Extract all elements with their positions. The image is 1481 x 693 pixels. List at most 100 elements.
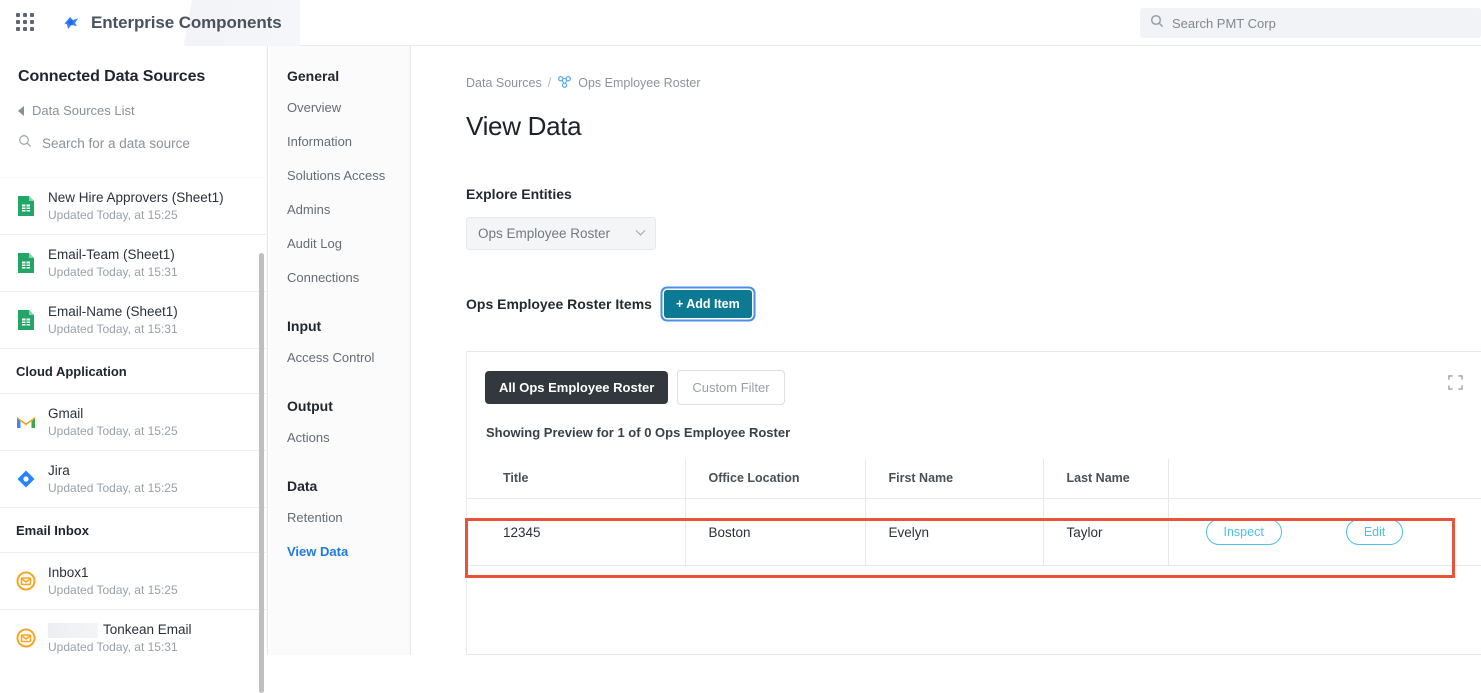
list-item[interactable]: Inbox1 Updated Today, at 15:25	[0, 553, 268, 610]
entity-select-value: Ops Employee Roster	[478, 226, 610, 241]
list-item-name: Jira	[48, 463, 178, 479]
cell-title: 12345	[467, 499, 685, 566]
column-header-last-name[interactable]: Last Name	[1043, 459, 1168, 499]
nav-item-connections[interactable]: Connections	[287, 260, 410, 294]
list-item[interactable]: New Hire Approvers (Sheet1) Updated Toda…	[0, 178, 268, 235]
list-item[interactable]: Gmail Updated Today, at 15:25	[0, 394, 268, 451]
tonkean-logo-icon	[62, 14, 80, 32]
table-body: 12345 Boston Evelyn Taylor Inspect Edit	[467, 499, 1481, 566]
items-section-label: Ops Employee Roster Items	[466, 296, 652, 312]
nav-item-access-control[interactable]: Access Control	[287, 340, 410, 374]
list-item-name: New Hire Approvers (Sheet1)	[48, 190, 224, 206]
edit-button[interactable]: Edit	[1346, 519, 1404, 545]
inspect-button[interactable]: Inspect	[1206, 519, 1282, 545]
data-source-search-input[interactable]	[42, 136, 247, 151]
list-item[interactable]: Email-Name (Sheet1) Updated Today, at 15…	[0, 292, 268, 349]
data-source-connector-icon	[557, 74, 572, 92]
expand-fullscreen-icon[interactable]	[1448, 375, 1463, 395]
list-item-subtitle: Updated Today, at 15:25	[48, 208, 224, 222]
sidebar-header: Connected Data Sources Data Sources List	[0, 46, 267, 162]
column-header-first-name[interactable]: First Name	[865, 459, 1043, 499]
list-item-subtitle: Updated Today, at 15:25	[48, 583, 178, 597]
cell-office-location: Boston	[685, 499, 865, 566]
list-item[interactable]: Jira Updated Today, at 15:25	[0, 451, 268, 508]
cell-last-name: Taylor	[1043, 499, 1168, 566]
page-title: View Data	[411, 111, 1481, 142]
nav-item-audit-log[interactable]: Audit Log	[287, 226, 410, 260]
breadcrumb: Data Sources / Ops Employee Roster	[411, 46, 1481, 92]
column-header-title[interactable]: Title	[467, 459, 685, 499]
nav-group-title: Data	[287, 478, 410, 494]
list-item[interactable]	[0, 165, 268, 178]
settings-nav-column: General Overview Information Solutions A…	[269, 46, 411, 655]
top-bar: Enterprise Components	[0, 0, 1481, 46]
nav-item-information[interactable]: Information	[287, 124, 410, 158]
back-caret-icon	[18, 106, 24, 116]
list-item[interactable]: Tonkean Email Updated Today, at 15:31	[0, 610, 268, 655]
google-sheets-icon	[16, 165, 36, 175]
search-icon	[18, 134, 32, 153]
list-group-header: Email Inbox	[0, 508, 268, 553]
email-inbox-icon	[16, 627, 36, 649]
nav-item-retention[interactable]: Retention	[287, 500, 410, 534]
items-section-header: Ops Employee Roster Items + Add Item	[411, 290, 1481, 318]
list-item-subtitle: Updated Today, at 15:31	[48, 322, 178, 336]
back-link-label: Data Sources List	[32, 103, 135, 118]
column-header-actions	[1168, 459, 1481, 499]
global-search-input[interactable]	[1172, 16, 1471, 31]
nav-group-title: General	[287, 68, 410, 84]
gmail-icon	[16, 411, 36, 433]
table-header-row: Title Office Location First Name Last Na…	[467, 459, 1481, 499]
cell-first-name: Evelyn	[865, 499, 1043, 566]
column-header-office-location[interactable]: Office Location	[685, 459, 865, 499]
google-sheets-icon	[16, 195, 36, 217]
jira-icon	[16, 468, 36, 490]
chevron-down-icon	[636, 226, 646, 236]
table-row[interactable]: 12345 Boston Evelyn Taylor Inspect Edit	[467, 499, 1481, 566]
nav-item-overview[interactable]: Overview	[287, 90, 410, 124]
table-card-toolbar: All Ops Employee Roster Custom Filter	[467, 352, 1481, 405]
data-sources-list-back-link[interactable]: Data Sources List	[18, 103, 249, 118]
nav-item-view-data[interactable]: View Data	[287, 534, 410, 568]
preview-note: Showing Preview for 1 of 0 Ops Employee …	[467, 405, 1481, 440]
redaction-block	[48, 623, 98, 638]
data-table: Title Office Location First Name Last Na…	[467, 459, 1481, 566]
apps-grid-icon[interactable]	[16, 13, 36, 33]
main-content: Data Sources / Ops Employee Roster View …	[411, 46, 1481, 655]
top-bar-left: Enterprise Components	[0, 0, 282, 46]
nav-item-admins[interactable]: Admins	[287, 192, 410, 226]
list-item-subtitle: Updated Today, at 15:25	[48, 424, 178, 438]
list-item-subtitle: Updated Today, at 15:31	[48, 640, 192, 654]
cell-actions: Inspect Edit	[1168, 499, 1481, 566]
tab-custom-filter[interactable]: Custom Filter	[677, 370, 784, 405]
brand[interactable]: Enterprise Components	[62, 13, 282, 33]
list-item-name: Email-Name (Sheet1)	[48, 304, 178, 320]
entity-select[interactable]: Ops Employee Roster	[466, 217, 656, 250]
nav-item-actions[interactable]: Actions	[287, 420, 410, 454]
nav-item-solutions-access[interactable]: Solutions Access	[287, 158, 410, 192]
tab-all-ops-employee-roster[interactable]: All Ops Employee Roster	[485, 371, 668, 404]
data-table-card: All Ops Employee Roster Custom Filter Sh…	[466, 351, 1481, 655]
sidebar-title: Connected Data Sources	[18, 68, 249, 86]
list-item-name: Gmail	[48, 406, 178, 422]
list-item-name: Tonkean Email	[103, 622, 192, 638]
add-item-button[interactable]: + Add Item	[664, 290, 752, 318]
email-inbox-icon	[16, 570, 36, 592]
nav-group-title: Input	[287, 318, 410, 334]
explore-entities-label: Explore Entities	[411, 186, 1481, 202]
brand-title: Enterprise Components	[91, 13, 282, 33]
list-item-name: Inbox1	[48, 565, 178, 581]
breadcrumb-current[interactable]: Ops Employee Roster	[578, 76, 700, 90]
breadcrumb-data-sources[interactable]: Data Sources	[466, 76, 542, 90]
list-item-subtitle: Updated Today, at 15:25	[48, 481, 178, 495]
nav-group-title: Output	[287, 398, 410, 414]
connected-data-sources-sidebar: Connected Data Sources Data Sources List	[0, 46, 268, 655]
list-group-header: Cloud Application	[0, 349, 268, 394]
google-sheets-icon	[16, 309, 36, 331]
sidebar-scrollbar[interactable]	[259, 253, 264, 693]
data-source-search[interactable]	[18, 134, 249, 162]
google-sheets-icon	[16, 252, 36, 274]
list-item-subtitle: Updated Today, at 15:31	[48, 265, 178, 279]
list-item[interactable]: Email-Team (Sheet1) Updated Today, at 15…	[0, 235, 268, 292]
global-search[interactable]	[1140, 8, 1481, 38]
